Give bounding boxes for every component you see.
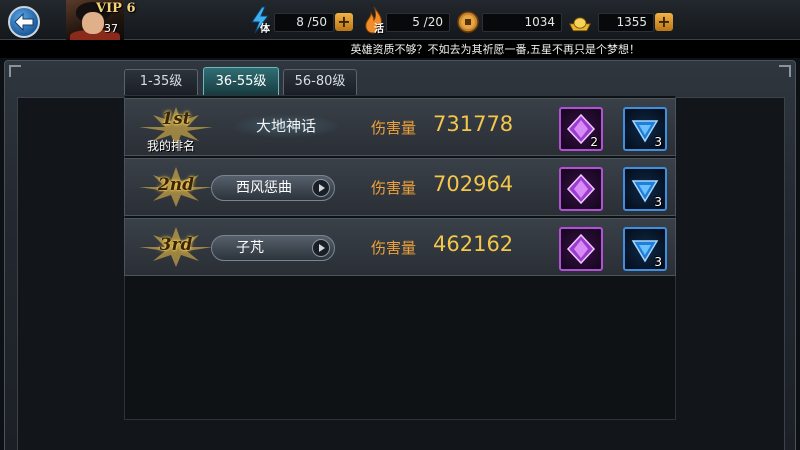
player-name: 西风惩曲 [236, 180, 292, 196]
my-rank-label: 我的排名 [147, 139, 196, 153]
item-count: 3 [654, 135, 662, 149]
item-count: 2 [590, 135, 598, 149]
purple-item-slot[interactable] [559, 227, 603, 271]
back-arrow-icon [14, 13, 34, 31]
blue-item-slot[interactable]: 3 [623, 167, 667, 211]
rank-number: 1st [161, 109, 191, 129]
player-name-button[interactable]: 西风惩曲 [211, 175, 335, 201]
damage-value: 702964 [433, 172, 514, 196]
tab-level-36-55[interactable]: 36-55级 [203, 67, 279, 96]
damage-label: 伤害量 [371, 239, 417, 257]
damage-value: 462162 [433, 232, 514, 256]
blue-item-slot[interactable]: 3 [623, 107, 667, 151]
coins-value: 1034 [482, 13, 562, 32]
damage-value: 731778 [433, 112, 514, 136]
player-name: 子芃 [236, 240, 264, 256]
tab-level-1-35[interactable]: 1-35级 [124, 69, 198, 95]
ranking-row: 2nd 西风惩曲 伤害量 702964 3 [124, 158, 676, 216]
back-button[interactable] [8, 6, 40, 38]
add-stamina-button[interactable]: + [335, 13, 353, 31]
purple-crystal-icon [566, 173, 596, 205]
damage-label: 伤害量 [371, 179, 417, 197]
chevron-right-icon [312, 239, 330, 257]
coin-icon [457, 11, 479, 33]
notice-text: 英雄资质不够？不如去为其祈愿一番,五星不再只是个梦想！ [350, 43, 641, 56]
ranking-row: 3rd 子芃 伤害量 462162 3 [124, 218, 676, 276]
purple-item-slot[interactable]: 2 [559, 107, 603, 151]
item-count: 3 [654, 255, 662, 269]
rank-number: 2nd [157, 175, 195, 195]
add-gold-button[interactable]: + [655, 13, 673, 31]
stamina-value: 8 /50 [274, 13, 334, 32]
tab-level-56-80[interactable]: 56-80级 [283, 69, 357, 95]
item-count: 3 [654, 195, 662, 209]
player-name-button[interactable]: 子芃 [211, 235, 335, 261]
vitality-value: 5 /20 [386, 13, 450, 32]
gold-ingot-icon [569, 17, 591, 32]
damage-label: 伤害量 [371, 119, 417, 137]
purple-item-slot[interactable] [559, 167, 603, 211]
top-bar: VIP 6 37 体 8 /50 + 活 5 /20 1034 1355 + [0, 0, 800, 40]
vip-label: VIP 6 [96, 1, 136, 16]
rank-number: 3rd [159, 235, 193, 255]
purple-crystal-icon [566, 233, 596, 265]
chevron-right-icon [312, 179, 330, 197]
ranking-row: 1st 我的排名 大地神话 伤害量 731778 2 3 [124, 98, 676, 156]
vitality-tag: 活 [374, 24, 384, 35]
player-name: 大地神话 [231, 114, 341, 138]
gold-value: 1355 [598, 13, 654, 32]
player-level: 37 [104, 22, 118, 35]
stamina-tag: 体 [260, 24, 270, 35]
blue-item-slot[interactable]: 3 [623, 227, 667, 271]
